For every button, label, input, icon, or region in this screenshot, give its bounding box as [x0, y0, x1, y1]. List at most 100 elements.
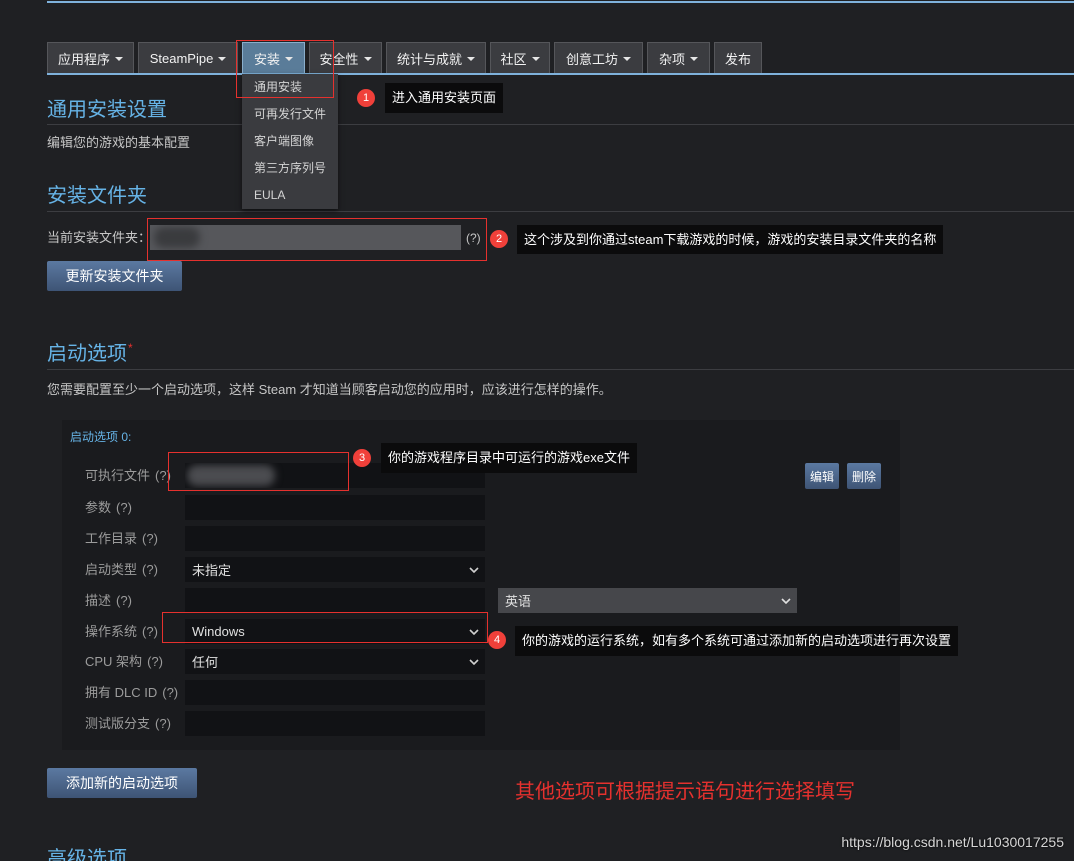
- cpu-architecture-select[interactable]: 任何: [185, 649, 485, 674]
- menu-item-third-party-keys[interactable]: 第三方序列号: [242, 155, 338, 182]
- tab-stats-achievements[interactable]: 统计与成就: [386, 42, 486, 73]
- page-title: 通用安装设置: [47, 99, 167, 121]
- blurred-value: [154, 227, 200, 248]
- install-folder-heading: 安装文件夹: [47, 185, 147, 207]
- description-field[interactable]: [185, 588, 485, 613]
- label-text: 描述: [85, 593, 112, 608]
- install-dropdown-menu: 通用安装 可再发行文件 客户端图像 第三方序列号 EULA: [242, 74, 338, 209]
- label-text: CPU 架构: [85, 654, 143, 669]
- beta-branch-field[interactable]: [185, 711, 485, 736]
- caret-down-icon: [531, 57, 540, 61]
- add-launch-option-button[interactable]: 添加新的启动选项: [47, 768, 197, 798]
- chevron-down-icon: [469, 659, 479, 665]
- select-value: 未指定: [192, 563, 232, 578]
- working-directory-field[interactable]: [185, 526, 485, 551]
- label-text: 拥有 DLC ID: [85, 685, 158, 700]
- help-link[interactable]: (?): [155, 716, 171, 731]
- select-value: 任何: [192, 655, 219, 670]
- help-link[interactable]: (?): [116, 593, 132, 608]
- update-install-folder-button[interactable]: 更新安装文件夹: [47, 261, 182, 291]
- annotation-marker-1: 1: [357, 89, 375, 107]
- steamworks-page: 应用程序 SteamPipe 安装 安全性 统计与成就 社区 创意工坊 杂项 发…: [0, 0, 1074, 861]
- label-text: 测试版分支: [85, 716, 151, 731]
- help-link[interactable]: (?): [155, 468, 171, 483]
- chevron-down-icon: [469, 629, 479, 635]
- launch-options-title: 启动选项: [47, 343, 127, 365]
- tab-workshop[interactable]: 创意工坊: [554, 42, 643, 73]
- language-select[interactable]: 英语: [498, 588, 797, 613]
- blurred-value: [187, 465, 275, 486]
- edit-button[interactable]: 编辑: [805, 463, 839, 489]
- tab-misc[interactable]: 杂项: [647, 42, 710, 73]
- section-divider: [47, 124, 1074, 125]
- launch-type-select[interactable]: 未指定: [185, 557, 485, 582]
- section-divider: [47, 211, 1074, 212]
- top-accent-line: [47, 1, 1074, 3]
- launch-option-title: 启动选项 0:: [70, 430, 132, 444]
- os-select[interactable]: Windows: [185, 619, 485, 644]
- tab-applications[interactable]: 应用程序: [47, 42, 134, 73]
- label-text: 工作目录: [85, 531, 138, 546]
- help-link[interactable]: (?): [147, 654, 163, 669]
- annotation-note: 其他选项可根据提示语句进行选择填写: [515, 781, 855, 803]
- select-value: 英语: [505, 594, 532, 609]
- required-mark: *: [128, 341, 133, 355]
- menu-item-eula[interactable]: EULA: [242, 182, 338, 209]
- field-label: 拥有 DLC ID (?): [85, 680, 178, 705]
- help-link[interactable]: (?): [116, 500, 132, 515]
- install-folder-input[interactable]: [150, 225, 461, 250]
- help-link[interactable]: (?): [142, 624, 158, 639]
- help-link[interactable]: (?): [466, 229, 481, 247]
- owns-dlc-id-field[interactable]: [185, 680, 485, 705]
- annotation-marker-2: 2: [490, 230, 508, 248]
- menu-item-client-images[interactable]: 客户端图像: [242, 128, 338, 155]
- help-link[interactable]: (?): [142, 531, 158, 546]
- field-label: CPU 架构 (?): [85, 649, 163, 674]
- beta-row: 测试版分支 (?): [62, 711, 900, 736]
- caret-down-icon: [115, 57, 123, 61]
- annotation-tooltip-4: 你的游戏的运行系统，如有多个系统可通过添加新的启动选项进行再次设置: [515, 626, 959, 656]
- delete-button[interactable]: 删除: [847, 463, 881, 489]
- select-value: Windows: [192, 624, 245, 639]
- tab-label: 社区: [500, 51, 527, 67]
- tab-steampipe[interactable]: SteamPipe: [138, 42, 238, 73]
- description-row: 描述 (?) 英语: [62, 588, 900, 613]
- field-label: 可执行文件 (?): [85, 463, 171, 488]
- field-label: 参数 (?): [85, 495, 132, 520]
- advanced-options-heading: 高级选项: [47, 848, 127, 861]
- label-text: 可执行文件: [85, 468, 151, 483]
- caret-down-icon: [623, 57, 631, 61]
- tab-label: 安全性: [319, 51, 359, 67]
- label-text: 启动类型: [85, 562, 138, 577]
- annotation-marker-3: 3: [353, 449, 371, 467]
- help-link[interactable]: (?): [142, 562, 158, 577]
- launch-type-row: 启动类型 (?) 未指定: [62, 557, 900, 582]
- field-label: 工作目录 (?): [85, 526, 158, 551]
- tab-label: 创意工坊: [565, 51, 618, 67]
- caret-down-icon: [363, 57, 372, 61]
- install-folder-label: 当前安装文件夹：: [47, 230, 152, 245]
- chevron-down-icon: [781, 598, 791, 604]
- watermark: https://blog.csdn.net/Lu1030017255: [841, 834, 1064, 850]
- help-link[interactable]: (?): [162, 685, 178, 700]
- main-nav: 应用程序 SteamPipe 安装 安全性 统计与成就 社区 创意工坊 杂项 发…: [47, 42, 762, 73]
- chevron-down-icon: [469, 567, 479, 573]
- launch-options-heading: 启动选项*: [47, 341, 133, 368]
- arguments-field[interactable]: [185, 495, 485, 520]
- field-label: 操作系统 (?): [85, 619, 158, 644]
- label-text: 操作系统: [85, 624, 138, 639]
- caret-down-icon: [690, 57, 698, 61]
- tab-security[interactable]: 安全性: [309, 42, 382, 73]
- tab-community[interactable]: 社区: [490, 42, 550, 73]
- caret-down-icon: [285, 57, 293, 61]
- tab-publish[interactable]: 发布: [714, 42, 762, 73]
- field-label: 描述 (?): [85, 588, 132, 613]
- field-label: 测试版分支 (?): [85, 711, 171, 736]
- section-divider: [47, 369, 1074, 370]
- tab-installation[interactable]: 安装: [242, 42, 305, 73]
- caret-down-icon: [467, 57, 475, 61]
- menu-item-general-install[interactable]: 通用安装: [242, 74, 338, 101]
- annotation-marker-4: 4: [488, 631, 506, 649]
- menu-item-redistributables[interactable]: 可再发行文件: [242, 101, 338, 128]
- nav-underline: [47, 73, 1074, 75]
